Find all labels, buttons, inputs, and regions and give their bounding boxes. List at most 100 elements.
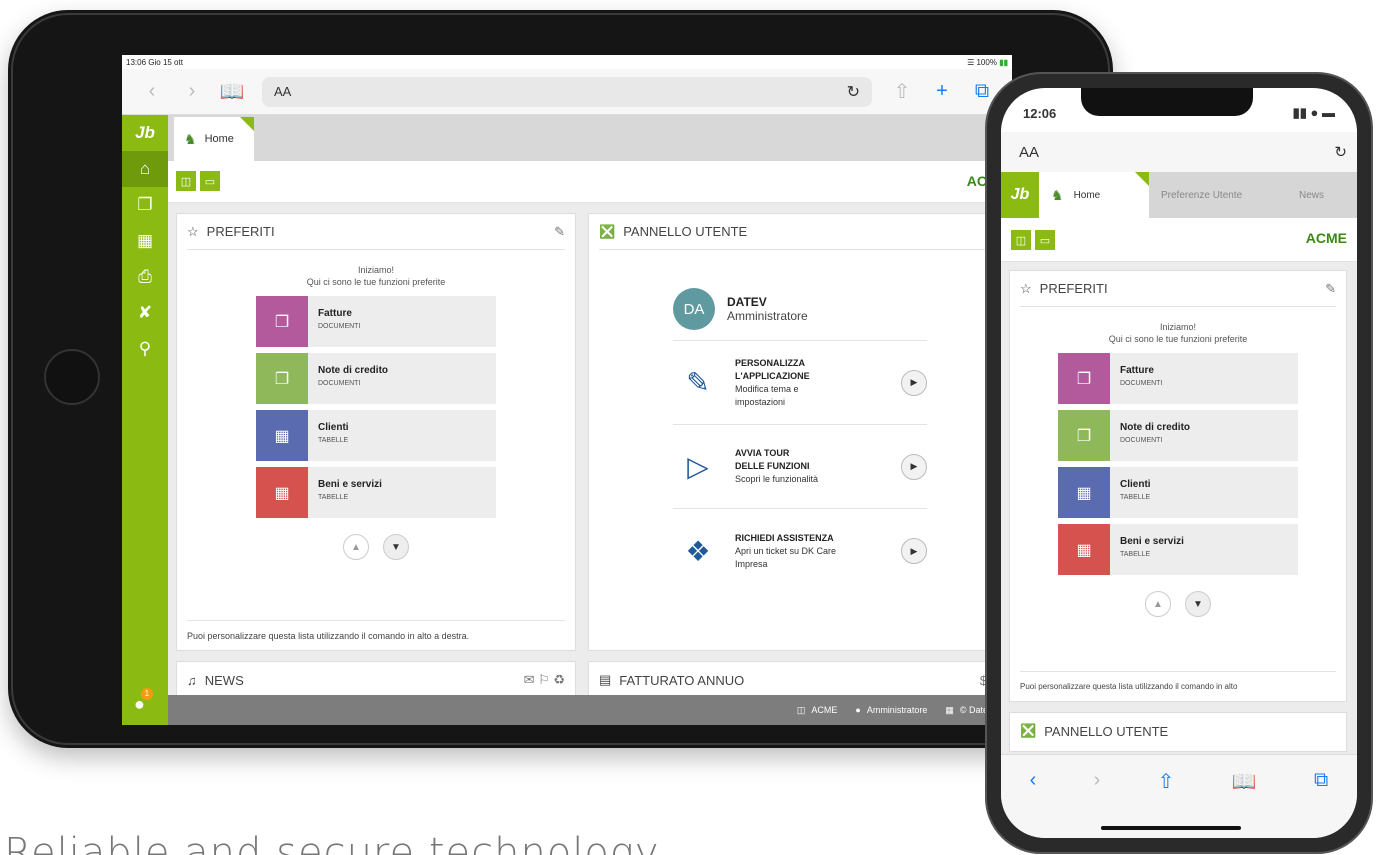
app-tab-bar: ♞ Home ⋮ [168, 115, 1012, 161]
status-time: 13:06 [126, 57, 147, 67]
panel-title: NEWS [204, 672, 244, 688]
app-toolbar: ◫ ▭ ACME [168, 161, 1012, 203]
phone-screen: 12:06 ▮▮ ● ▬ AA ↻ Jb ♞ Home Preferenze U… [1001, 88, 1357, 838]
table-icon: ▦ [256, 410, 308, 461]
chevron-up-icon[interactable]: ▲ [343, 534, 369, 560]
dashboard: ☆ PREFERITI ✎ Iniziamo! Qui ci sono le t… [168, 203, 1012, 701]
panel-title: PANNELLO UTENTE [1044, 723, 1169, 739]
chevron-down-icon[interactable]: ▼ [383, 534, 409, 560]
tables-icon[interactable]: ▦ [122, 223, 168, 259]
chart-icon: ▤ [599, 672, 612, 687]
battery-indicator: ☰ 100% ▮▮ [967, 57, 1008, 67]
edit-icon[interactable]: ✎ [554, 224, 565, 240]
action-assistenza[interactable]: ❖ RICHIEDI ASSISTENZA Apri un ticket su D… [673, 509, 927, 593]
phone-tab-bar: Jb ♞ Home Preferenze Utente News [1001, 172, 1357, 218]
action-tour[interactable]: ▷ AVVIA TOUR DELLE FUNZIONI Scopri le funz… [673, 425, 927, 509]
tab-home[interactable]: ♞ Home [1039, 172, 1149, 218]
monitor-button[interactable]: ▭ [1035, 230, 1055, 250]
reader-text-icon[interactable]: AA [274, 84, 291, 99]
footer-company[interactable]: ◫ ACME [797, 705, 838, 716]
favorite-item[interactable]: ▦ Clienti TABELLE [256, 410, 496, 461]
news-tools-icon[interactable]: ✉ ⚐ ♻ [524, 672, 565, 688]
web-app: Jb ⌂ ❐ ▦ ⎙ ✘ ⚲ ●1 ♞ Home ⋮ [122, 115, 1012, 725]
home-indicator [1101, 826, 1241, 830]
status-date: Gio 15 ott [148, 57, 183, 67]
play-icon[interactable]: ▶ [901, 538, 927, 564]
panel-header: ♫ NEWS ✉ ⚐ ♻ [187, 662, 565, 698]
bookmarks-icon[interactable]: 📖 [212, 79, 252, 104]
tabs-icon[interactable]: ⧉ [1314, 769, 1328, 838]
puzzle-icon: ❖ [685, 535, 711, 567]
play-icon[interactable]: ▶ [901, 369, 927, 396]
play-icon[interactable]: ▶ [901, 453, 927, 480]
app-footer: ◫ ACME ● Amministratore ▦ © Datev Koi [168, 695, 1012, 725]
action-personalizza[interactable]: ✎ PERSONALIZZA L'APPLICAZIONE Modifica tem… [673, 341, 927, 425]
safari-toolbar: ‹ › 📖 AA ↻ ⇧ + ⧉ [122, 69, 1012, 115]
panel-header: ▤ FATTURATO ANNUO $ [599, 662, 987, 698]
user-icon[interactable]: ● 1 [134, 688, 153, 715]
table-icon: ▦ [256, 467, 308, 518]
preferiti-panel: ☆ PREFERITI ✎ Iniziamo! Qui ci sono le t… [1009, 270, 1347, 702]
pager: ▲ ▼ [177, 534, 575, 560]
panel-header: ☆ PREFERITI ✎ [187, 214, 565, 250]
phone-dashboard: ☆ PREFERITI ✎ Iniziamo! Qui ci sono le t… [1001, 262, 1357, 754]
favorites-list: ❐ Fatture DOCUMENTI ❐ Note di credito DOCU… [256, 296, 496, 518]
brush-icon: ✎ [686, 367, 710, 398]
favorite-item[interactable]: ❐ Note di credito DOCUMENTI [256, 353, 496, 404]
favorite-item[interactable]: ❐ Note di credito DOCUMENTI [1058, 410, 1298, 461]
address-bar[interactable]: AA ↻ [262, 76, 872, 107]
tools-icon[interactable]: ✘ [122, 295, 168, 331]
info-button[interactable]: ◫ [1011, 230, 1031, 250]
monitor-button[interactable]: ▭ [200, 171, 220, 191]
favorite-item[interactable]: ▦ Beni e servizi TABELLE [1058, 524, 1298, 575]
edit-icon[interactable]: ✎ [1325, 281, 1336, 297]
pager: ▲ ▼ [1010, 591, 1346, 617]
favorite-item[interactable]: ▦ Beni e servizi TABELLE [256, 467, 496, 518]
home-icon[interactable]: ⌂ [122, 151, 168, 187]
back-icon[interactable]: ‹ [132, 80, 172, 103]
pannello-utente-panel: ❎ PANNELLO UTENTE [1009, 712, 1347, 752]
tab-preferenze-utente[interactable]: Preferenze Utente [1161, 172, 1242, 218]
favorite-item[interactable]: ❐ Fatture DOCUMENTI [1058, 353, 1298, 404]
marketing-stage: 13:06 Gio 15 ott ☰ 100% ▮▮ ‹ › 📖 AA ↻ ⇧ … [0, 0, 1377, 855]
chevron-up-icon[interactable]: ▲ [1145, 591, 1171, 617]
print-icon[interactable]: ⎙ [122, 259, 168, 295]
documents-icon[interactable]: ❐ [122, 187, 168, 223]
pannello-utente-panel: ❎ PANNELLO UTENTE DA DATEV Amministrator… [588, 213, 998, 651]
table-icon: ▦ [1058, 467, 1110, 518]
new-tab-icon[interactable]: + [922, 80, 962, 103]
user-role: Amministratore [727, 309, 808, 323]
panel-title: PREFERITI [206, 224, 275, 239]
document-icon: ❐ [256, 296, 308, 347]
status-bar: 13:06 Gio 15 ott ☰ 100% ▮▮ [122, 55, 1012, 69]
panel-title: FATTURATO ANNUO [619, 672, 745, 688]
forward-icon[interactable]: › [1094, 769, 1101, 838]
tab-home[interactable]: ♞ Home [174, 117, 254, 161]
table-icon: ▦ [1058, 524, 1110, 575]
app-logo-icon[interactable]: Jb [122, 115, 168, 151]
forward-icon[interactable]: › [172, 80, 212, 103]
tablet-screen: 13:06 Gio 15 ott ☰ 100% ▮▮ ‹ › 📖 AA ↻ ⇧ … [122, 55, 1012, 725]
reader-text-icon[interactable]: AA [1019, 144, 1039, 161]
panel-title: PREFERITI [1039, 281, 1108, 296]
favorites-list: ❐ Fatture DOCUMENTI ❐ Note di credito DOCU… [1058, 353, 1298, 575]
share-icon[interactable]: ⇧ [882, 79, 922, 104]
tab-home-label: Home [204, 133, 234, 145]
app-logo-icon[interactable]: Jb [1001, 172, 1039, 218]
reload-icon[interactable]: ↻ [847, 82, 860, 102]
phone-app-toolbar: ◫ ▭ ACME [1001, 218, 1357, 262]
panel-header: ☆ PREFERITI ✎ [1020, 271, 1336, 307]
reload-icon[interactable]: ↻ [1334, 143, 1347, 161]
back-icon[interactable]: ‹ [1030, 769, 1037, 838]
search-icon[interactable]: ⚲ [122, 331, 168, 367]
phone-address-bar[interactable]: AA ↻ [1001, 132, 1357, 172]
tab-news[interactable]: News [1299, 172, 1324, 218]
favorite-item[interactable]: ❐ Fatture DOCUMENTI [256, 296, 496, 347]
footer-user[interactable]: ● Amministratore [855, 705, 927, 715]
tablet-device: 13:06 Gio 15 ott ☰ 100% ▮▮ ‹ › 📖 AA ↻ ⇧ … [8, 10, 1113, 748]
chevron-down-icon[interactable]: ▼ [1185, 591, 1211, 617]
phone-status-time: 12:06 [1023, 105, 1057, 121]
tagline: Reliable and secure technology [4, 830, 660, 855]
favorite-item[interactable]: ▦ Clienti TABELLE [1058, 467, 1298, 518]
info-button[interactable]: ◫ [176, 171, 196, 191]
